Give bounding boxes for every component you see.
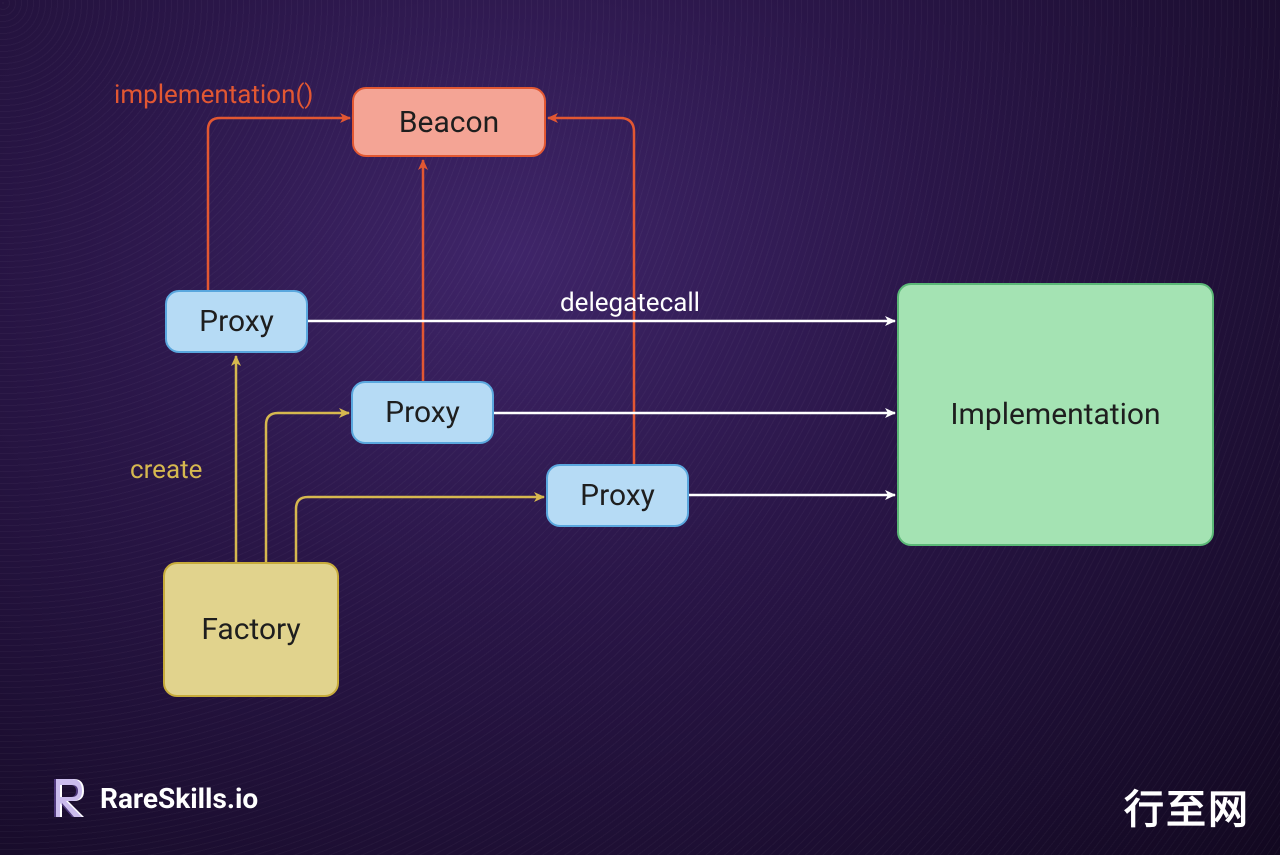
- footer-brand: RareSkills.io: [52, 777, 258, 819]
- implementation-call-label: implementation(): [114, 80, 313, 110]
- beacon-label: Beacon: [399, 105, 499, 140]
- factory-node: Factory: [163, 562, 339, 697]
- brand-text: RareSkills.io: [100, 782, 258, 815]
- proxy-node-1: Proxy: [165, 290, 308, 353]
- footer-right-text: 行至网: [1124, 777, 1250, 835]
- arrow-factory-to-proxy3: [296, 497, 544, 562]
- proxy-node-2: Proxy: [351, 381, 494, 444]
- implementation-node: Implementation: [897, 283, 1214, 546]
- proxy-1-label: Proxy: [199, 304, 274, 339]
- create-label: create: [130, 455, 202, 485]
- proxy-3-label: Proxy: [580, 478, 655, 513]
- proxy-node-3: Proxy: [546, 464, 689, 527]
- arrow-proxy1-to-beacon: [208, 118, 350, 290]
- delegatecall-label: delegatecall: [560, 288, 700, 318]
- factory-label: Factory: [201, 612, 300, 647]
- rareskills-logo-icon: [52, 777, 86, 819]
- proxy-2-label: Proxy: [385, 395, 460, 430]
- arrow-factory-to-proxy2: [266, 413, 349, 562]
- beacon-node: Beacon: [352, 87, 546, 157]
- implementation-label: Implementation: [950, 397, 1160, 432]
